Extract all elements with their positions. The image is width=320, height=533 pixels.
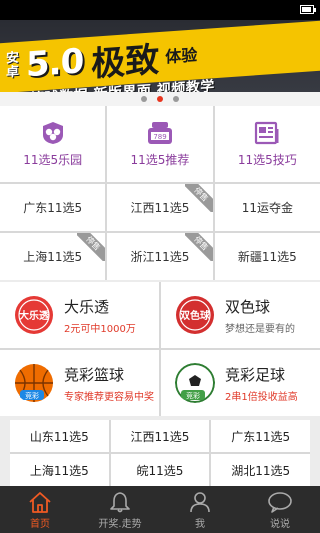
- suspended-tag: 停售: [184, 184, 213, 212]
- tab-label: 我: [195, 519, 205, 530]
- feature-club-label: 11选5乐园: [23, 152, 83, 167]
- club-badge-icon: [42, 121, 63, 144]
- banner-pager[interactable]: [0, 92, 320, 106]
- chat-bubble-icon: [268, 492, 292, 513]
- region-label: 湖北11选5: [231, 463, 291, 478]
- tab-talk[interactable]: 说说: [240, 486, 320, 533]
- banner-headline-suffix: 体验: [165, 45, 198, 67]
- more-region-jiangxi[interactable]: 江西11选5: [110, 420, 210, 452]
- banner-brand-line2: 卓: [6, 64, 20, 81]
- lottery-jingcai-football[interactable]: 竞彩 竞彩足球 2串1倍投收益高: [161, 350, 320, 416]
- lottery-title: 竞彩足球: [225, 365, 286, 384]
- more-region-guangdong[interactable]: 广东11选5: [211, 420, 310, 452]
- tab-label: 说说: [270, 519, 290, 530]
- battery-icon: [300, 5, 316, 14]
- region-xinjiang[interactable]: 新疆11选5: [214, 233, 320, 280]
- lottery-jingcai-basketball[interactable]: 竞彩 竞彩篮球 专家推荐更容易中奖: [0, 350, 159, 416]
- logo-text: 竞彩: [186, 391, 200, 400]
- pager-dot[interactable]: [173, 96, 179, 102]
- lottery-shuangseqiu[interactable]: 双色球 双色球 梦想还是要有的: [161, 282, 320, 348]
- tab-draw-trend[interactable]: 开奖.走势: [80, 486, 160, 533]
- region-label: 上海11选5: [29, 463, 89, 478]
- more-regions-grid: 山东11选5 江西11选5 广东11选5 上海11选5 皖11选5 湖北11选5: [10, 420, 310, 486]
- region-label: 广东11选5: [231, 429, 291, 444]
- region-label: 江西11选5: [130, 429, 190, 444]
- newspaper-icon: [255, 121, 279, 144]
- status-bar: [0, 0, 320, 20]
- more-region-anhui[interactable]: 皖11选5: [110, 454, 210, 486]
- lottery-title: 竞彩篮球: [64, 365, 125, 384]
- region-zhejiang[interactable]: 浙江11选5 停售: [107, 233, 213, 280]
- region-label: 江西11选5: [130, 201, 190, 215]
- lottery-machine-icon: 789: [147, 121, 172, 144]
- suspended-ribbon: 停售: [184, 233, 213, 261]
- lottery-desc: 2元可中1000万: [64, 323, 136, 335]
- banner-version: 5.0: [26, 41, 84, 86]
- basketball-icon: 竞彩: [15, 364, 53, 402]
- pager-dot-active[interactable]: [157, 96, 163, 102]
- suspended-ribbon: 停售: [77, 233, 106, 261]
- region-shanghai[interactable]: 上海11选5 停售: [0, 233, 106, 280]
- feature-recommend-label: 11选5推荐: [130, 152, 190, 167]
- tab-label: 开奖.走势: [98, 519, 142, 530]
- logo-text: 竞彩: [25, 391, 39, 400]
- region-label: 广东11选5: [23, 201, 83, 215]
- lottery-desc: 专家推荐更容易中奖: [64, 391, 154, 403]
- tab-label: 首页: [30, 519, 50, 530]
- region-11yunduojin[interactable]: 11运夺金: [214, 184, 320, 231]
- banner-brand: 安 卓: [6, 51, 22, 81]
- home-icon: [29, 492, 51, 513]
- lottery-daletou[interactable]: 大乐透 大乐透 2元可中1000万: [0, 282, 159, 348]
- region-label: 上海11选5: [23, 250, 83, 264]
- lottery-title: 双色球: [225, 297, 271, 316]
- lottery-title: 大乐透: [64, 297, 110, 316]
- region-label: 新疆11选5: [237, 250, 297, 264]
- daletou-logo-icon: 大乐透: [15, 296, 53, 334]
- region-label: 11运夺金: [241, 201, 293, 215]
- region-jiangxi[interactable]: 江西11选5 停售: [107, 184, 213, 231]
- suspended-tag: 停售: [184, 233, 213, 261]
- logo-text: 大乐透: [19, 309, 50, 322]
- pager-dot[interactable]: [141, 96, 147, 102]
- bell-icon: [110, 492, 130, 513]
- bottom-tab-bar: 首页 开奖.走势 我 说说: [0, 486, 320, 533]
- lottery-grid: 大乐透 大乐透 2元可中1000万 双色球 双色球 梦想还是要有的 竞彩 竞彩篮…: [0, 282, 320, 416]
- user-icon: [190, 492, 210, 513]
- more-region-shanghai[interactable]: 上海11选5: [10, 454, 109, 486]
- banner-headline-text: 极致: [91, 39, 160, 85]
- tab-home[interactable]: 首页: [0, 486, 80, 533]
- svg-text:789: 789: [153, 133, 166, 141]
- logo-text: 双色球: [180, 309, 211, 322]
- shuangseqiu-logo-icon: 双色球: [176, 296, 214, 334]
- suspended-tag: 停售: [77, 233, 106, 261]
- football-icon: 竞彩: [175, 363, 215, 403]
- more-region-hubei[interactable]: 湖北11选5: [211, 454, 310, 486]
- feature-club[interactable]: 11选5乐园: [0, 106, 106, 182]
- feature-recommend[interactable]: 789 11选5推荐: [107, 106, 213, 182]
- feature-tips-label: 11选5技巧: [237, 152, 297, 167]
- feature-tips[interactable]: 11选5技巧: [214, 106, 320, 182]
- lottery-desc: 2串1倍投收益高: [225, 391, 298, 403]
- suspended-ribbon: 停售: [184, 184, 213, 212]
- lottery-desc: 梦想还是要有的: [225, 323, 295, 335]
- region-guangdong[interactable]: 广东11选5: [0, 184, 106, 231]
- feature-grid: 11选5乐园 789 11选5推荐 11选5技巧 广东11选5 江西11选5 停…: [0, 106, 320, 280]
- tab-me[interactable]: 我: [160, 486, 240, 533]
- region-label: 山东11选5: [29, 429, 89, 444]
- more-region-shandong[interactable]: 山东11选5: [10, 420, 109, 452]
- region-label: 皖11选5: [136, 463, 184, 478]
- region-label: 浙江11选5: [130, 250, 190, 264]
